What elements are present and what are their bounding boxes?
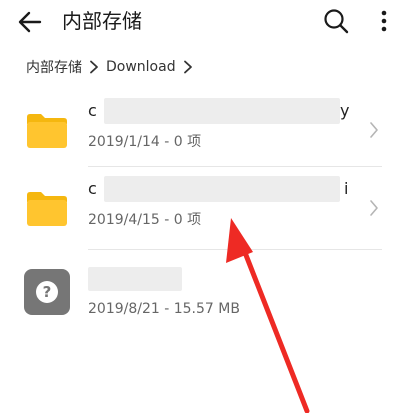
file-name-start: c <box>88 179 97 198</box>
list-item-file[interactable]: ? 2019/8/21 - 15.57 MB <box>0 255 409 339</box>
folder-icon <box>24 186 70 232</box>
list-item-folder[interactable]: c y 2019/1/14 - 0 项 <box>0 88 409 172</box>
question-mark-icon: ? <box>36 281 58 303</box>
file-meta: 2019/8/21 - 15.57 MB <box>88 301 240 317</box>
back-arrow-icon[interactable] <box>14 6 46 38</box>
chevron-right-icon <box>368 120 380 140</box>
file-meta: 2019/1/14 - 0 项 <box>88 134 202 150</box>
breadcrumb: 内部存储 Download <box>26 56 200 78</box>
divider <box>88 249 382 250</box>
redacted-name <box>88 267 182 291</box>
file-name-start: c <box>88 101 97 120</box>
top-app-bar: 内部存储 <box>0 0 409 46</box>
file-name-end: i <box>344 179 349 198</box>
file-meta: 2019/4/15 - 0 项 <box>88 212 202 228</box>
search-icon[interactable] <box>320 5 352 37</box>
chevron-right-icon <box>182 60 194 74</box>
page-title: 内部存储 <box>62 9 142 33</box>
breadcrumb-item-download[interactable]: Download <box>106 59 176 75</box>
more-vertical-icon[interactable] <box>372 5 396 37</box>
breadcrumb-item-internal-storage[interactable]: 内部存储 <box>26 57 82 77</box>
file-name-end: y <box>340 101 350 120</box>
list-item-folder[interactable]: c i 2019/4/15 - 0 项 <box>0 166 409 250</box>
chevron-right-icon <box>88 60 100 74</box>
unknown-file-icon: ? <box>24 269 70 315</box>
chevron-right-icon <box>368 198 380 218</box>
folder-icon <box>24 108 70 154</box>
redacted-name <box>104 176 340 202</box>
redacted-name <box>104 98 340 124</box>
